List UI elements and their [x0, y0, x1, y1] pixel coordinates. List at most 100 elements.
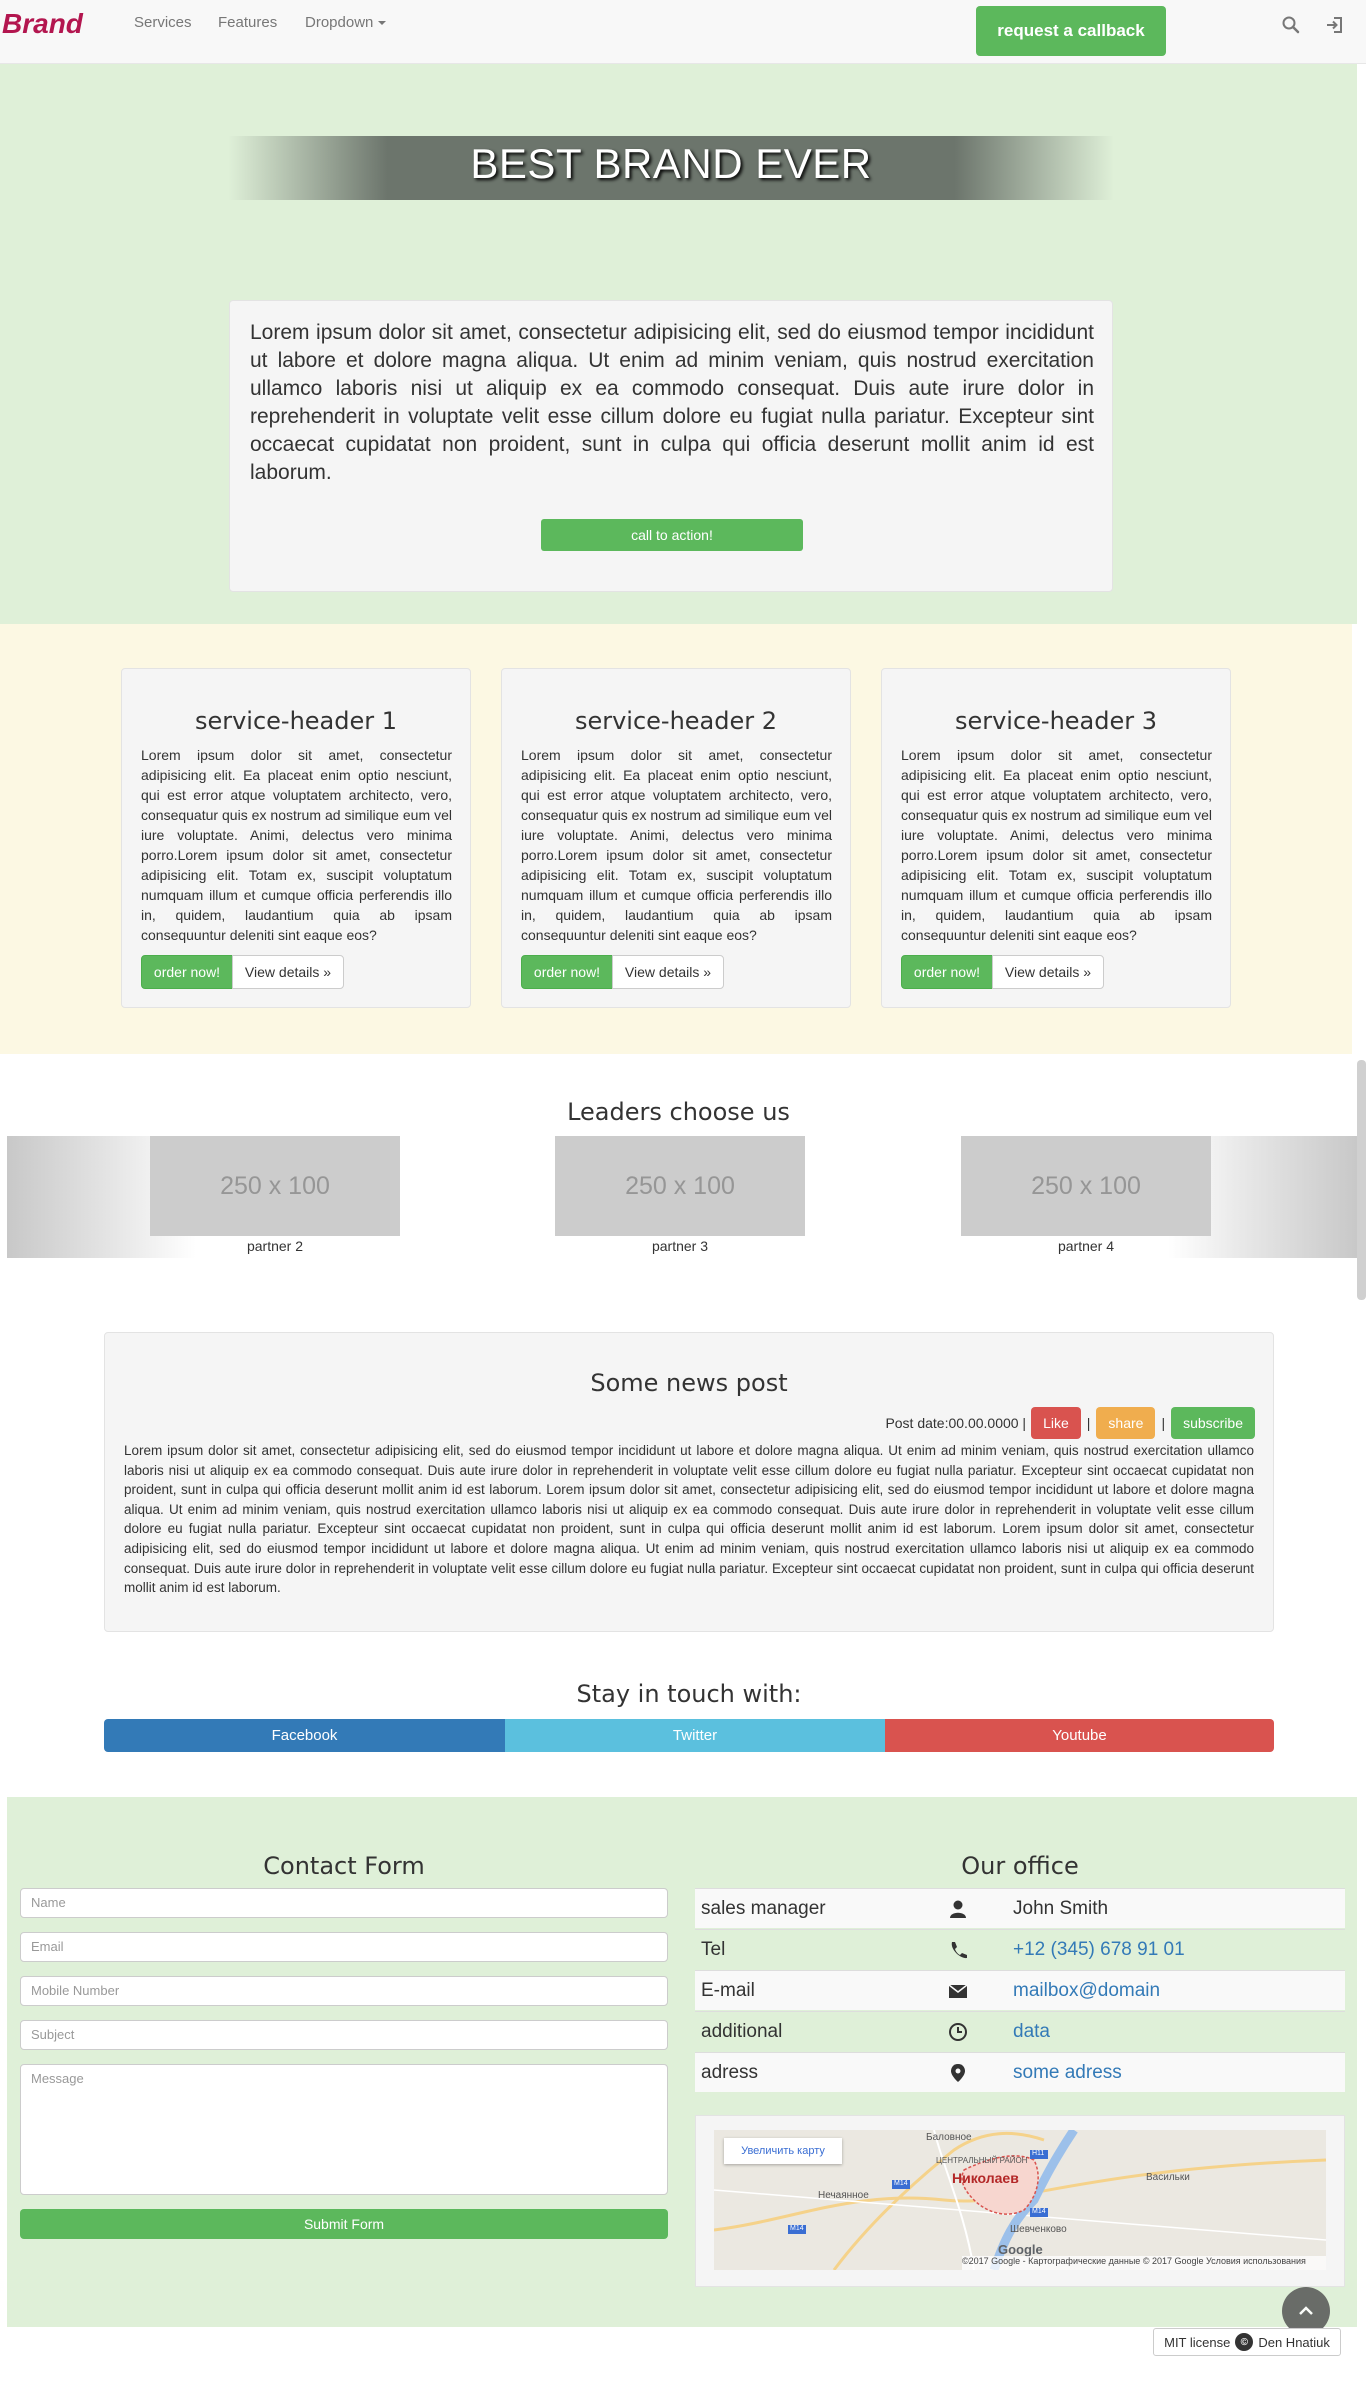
services-section: service-header 1 Lorem ipsum dolor sit a… — [0, 624, 1352, 1054]
contact-section: Contact Form Name Email Mobile Number Su… — [7, 1797, 1357, 2327]
view-details-button[interactable]: View details » — [992, 955, 1104, 989]
news-post: Some news post Post date:00.00.0000 | Li… — [104, 1332, 1274, 1632]
service-card: service-header 2 Lorem ipsum dolor sit a… — [501, 668, 851, 1008]
nav-dropdown-label: Dropdown — [305, 14, 374, 31]
map-place-label: Шевченково — [1010, 2224, 1067, 2235]
page-scrollbar[interactable] — [1357, 1060, 1366, 1300]
user-icon — [950, 1900, 966, 1918]
service-title: service-header 3 — [954, 707, 1158, 735]
office-label: Tel — [701, 1939, 726, 1960]
submit-form-button[interactable]: Submit Form — [20, 2209, 668, 2239]
message-field[interactable]: Message — [20, 2064, 668, 2195]
google-map[interactable]: Увеличить карту Николаев Баловное ЦЕНТРА… — [714, 2130, 1326, 2270]
login-icon[interactable] — [1324, 14, 1346, 36]
service-text: Lorem ipsum dolor sit amet, consectetur … — [901, 747, 1212, 943]
post-date: Post date:00.00.0000 | — [885, 1415, 1027, 1431]
envelope-icon — [948, 1984, 968, 1998]
office-value: John Smith — [1013, 1898, 1109, 1919]
mobile-number-field[interactable]: Mobile Number — [20, 1976, 668, 2006]
map-road-label: M14 — [1032, 2208, 1046, 2215]
twitter-button[interactable]: Twitter — [505, 1719, 885, 1752]
service-title: service-header 2 — [574, 707, 778, 735]
copyright-icon: © — [1235, 2333, 1254, 2351]
brand-logo[interactable]: Brand — [2, 8, 83, 40]
separator: | — [1161, 1415, 1166, 1431]
navbar: Brand Services Features Dropdown request… — [0, 0, 1366, 64]
office-row: Tel +12 (345) 678 91 01 — [695, 1929, 1345, 1969]
service-card: service-header 3 Lorem ipsum dolor sit a… — [881, 668, 1231, 1008]
view-details-button[interactable]: View details » — [232, 955, 344, 989]
search-icon[interactable] — [1280, 14, 1302, 36]
share-button[interactable]: share — [1096, 1407, 1156, 1439]
order-now-button[interactable]: order now! — [521, 955, 613, 989]
office-row: adress some adress — [695, 2052, 1345, 2092]
contact-form-title: Contact Form — [263, 1852, 425, 1880]
social-title: Stay in touch with: — [576, 1680, 802, 1708]
map-road-label: M14 — [790, 2225, 804, 2232]
license-badge[interactable]: MIT license © Den Hnatiuk — [1153, 2328, 1341, 2356]
hero-card: Lorem ipsum dolor sit amet, consectetur … — [229, 300, 1113, 592]
license-text: MIT license — [1164, 2334, 1231, 2350]
hero-section: BEST BRAND EVER Lorem ipsum dolor sit am… — [0, 64, 1357, 624]
hero-title: BEST BRAND EVER — [470, 140, 872, 187]
map-marker-icon — [951, 2064, 965, 2082]
office-label: E-mail — [701, 1980, 755, 2001]
office-label: sales manager — [701, 1898, 826, 1919]
office-row: sales manager John Smith — [695, 1888, 1345, 1928]
map-road-label: M14 — [894, 2180, 908, 2187]
subject-field[interactable]: Subject — [20, 2020, 668, 2050]
order-now-button[interactable]: order now! — [901, 955, 993, 989]
chevron-up-icon — [1299, 2306, 1313, 2315]
view-details-button[interactable]: View details » — [612, 955, 724, 989]
facebook-button[interactable]: Facebook — [104, 1719, 505, 1752]
partners-title: Leaders choose us — [567, 1098, 790, 1126]
nav-link-services[interactable]: Services — [134, 14, 192, 31]
like-button[interactable]: Like — [1031, 1407, 1081, 1439]
address-link[interactable]: some adress — [1013, 2062, 1122, 2084]
additional-link[interactable]: data — [1013, 2021, 1050, 2043]
map-place-label: ЦЕНТРАЛЬНЫЙ РАЙОН — [936, 2156, 1028, 2165]
nav-link-features[interactable]: Features — [218, 14, 277, 31]
name-field[interactable]: Name — [20, 1888, 668, 1918]
news-meta: Post date:00.00.0000 | Like | share | su… — [885, 1407, 1255, 1439]
map-attribution[interactable]: ©2017 Google - Картографические данные ©… — [962, 2256, 1326, 2270]
nav-dropdown[interactable]: Dropdown — [305, 14, 387, 31]
map-container: Увеличить карту Николаев Баловное ЦЕНТРА… — [695, 2115, 1345, 2287]
author-name: Den Hnatiuk — [1258, 2334, 1330, 2350]
call-to-action-button[interactable]: call to action! — [541, 519, 803, 551]
subscribe-button[interactable]: subscribe — [1171, 1407, 1255, 1439]
service-card: service-header 1 Lorem ipsum dolor sit a… — [121, 668, 471, 1008]
service-text: Lorem ipsum dolor sit amet, consectetur … — [141, 747, 452, 943]
office-row: additional data — [695, 2011, 1345, 2051]
enlarge-map-button[interactable]: Увеличить карту — [724, 2138, 842, 2164]
office-label: additional — [701, 2021, 783, 2042]
news-body: Lorem ipsum dolor sit amet, consectetur … — [124, 1443, 1254, 1596]
order-now-button[interactable]: order now! — [141, 955, 233, 989]
youtube-button[interactable]: Youtube — [885, 1719, 1274, 1752]
service-text: Lorem ipsum dolor sit amet, consectetur … — [521, 747, 832, 943]
office-label: adress — [701, 2062, 759, 2083]
news-title: Some news post — [590, 1369, 788, 1397]
partner-label: partner 3 — [651, 1238, 709, 1254]
map-road-label: H11 — [1032, 2150, 1045, 2157]
map-place-label: Баловное — [926, 2132, 972, 2143]
office-title: Our office — [961, 1852, 1079, 1880]
partner-label: partner 2 — [246, 1238, 304, 1254]
partner-logo: 250 x 100 — [961, 1136, 1211, 1236]
hero-text: Lorem ipsum dolor sit amet, consectetur … — [250, 321, 1094, 484]
clock-icon — [949, 2023, 967, 2041]
map-place-label: Васильки — [1146, 2172, 1190, 2183]
email-field[interactable]: Email — [20, 1932, 668, 1962]
google-logo: Google — [998, 2242, 1043, 2257]
separator: | — [1086, 1415, 1091, 1431]
caret-down-icon — [378, 21, 387, 26]
map-city-label: Николаев — [952, 2170, 1019, 2186]
map-place-label: Нечаянное — [818, 2190, 869, 2201]
phone-link[interactable]: +12 (345) 678 91 01 — [1013, 1939, 1185, 1961]
partner-logo: 250 x 100 — [555, 1136, 805, 1236]
email-link[interactable]: mailbox@domain — [1013, 1980, 1160, 2002]
request-callback-button[interactable]: request a callback — [976, 6, 1166, 56]
phone-icon — [951, 1942, 967, 1959]
office-row: E-mail mailbox@domain — [695, 1970, 1345, 2010]
partner-logo: 250 x 100 — [150, 1136, 400, 1236]
